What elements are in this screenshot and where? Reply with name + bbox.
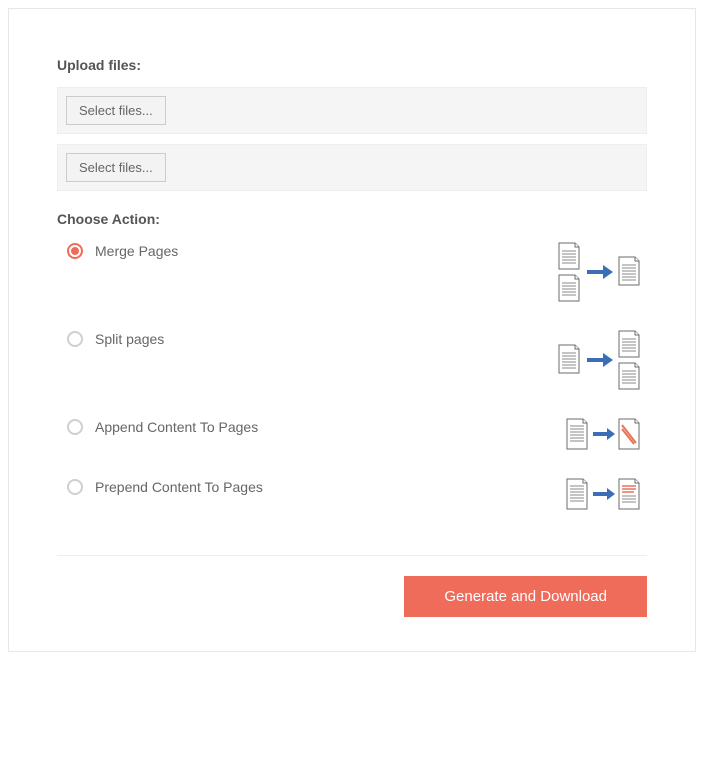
- radio-icon: [67, 419, 83, 435]
- action-option-prepend: Prepend Content To Pages: [57, 471, 647, 531]
- select-files-button-2[interactable]: Select files...: [66, 153, 166, 182]
- option-label: Append Content To Pages: [95, 419, 258, 435]
- generate-download-button[interactable]: Generate and Download: [404, 576, 647, 617]
- option-label: Prepend Content To Pages: [95, 479, 263, 495]
- select-files-button-1[interactable]: Select files...: [66, 96, 166, 125]
- radio-append[interactable]: Append Content To Pages: [67, 417, 258, 435]
- upload-row-1: Select files...: [57, 87, 647, 134]
- option-label: Merge Pages: [95, 243, 178, 259]
- upload-heading: Upload files:: [57, 57, 647, 73]
- radio-icon: [67, 331, 83, 347]
- radio-split[interactable]: Split pages: [67, 329, 164, 347]
- choose-action-heading: Choose Action:: [57, 211, 647, 227]
- prepend-content-icon: [565, 477, 647, 513]
- footer: Generate and Download: [57, 576, 647, 627]
- divider: [57, 555, 647, 556]
- split-pages-icon: [557, 329, 647, 393]
- radio-prepend[interactable]: Prepend Content To Pages: [67, 477, 263, 495]
- radio-icon: [67, 243, 83, 259]
- action-option-split: Split pages: [57, 323, 647, 411]
- option-label: Split pages: [95, 331, 164, 347]
- merge-pages-icon: [557, 241, 647, 305]
- radio-icon: [67, 479, 83, 495]
- action-option-append: Append Content To Pages: [57, 411, 647, 471]
- action-option-merge: Merge Pages: [57, 235, 647, 323]
- radio-merge[interactable]: Merge Pages: [67, 241, 178, 259]
- form-panel: Upload files: Select files... Select fil…: [8, 8, 696, 652]
- append-content-icon: [565, 417, 647, 453]
- upload-row-2: Select files...: [57, 144, 647, 191]
